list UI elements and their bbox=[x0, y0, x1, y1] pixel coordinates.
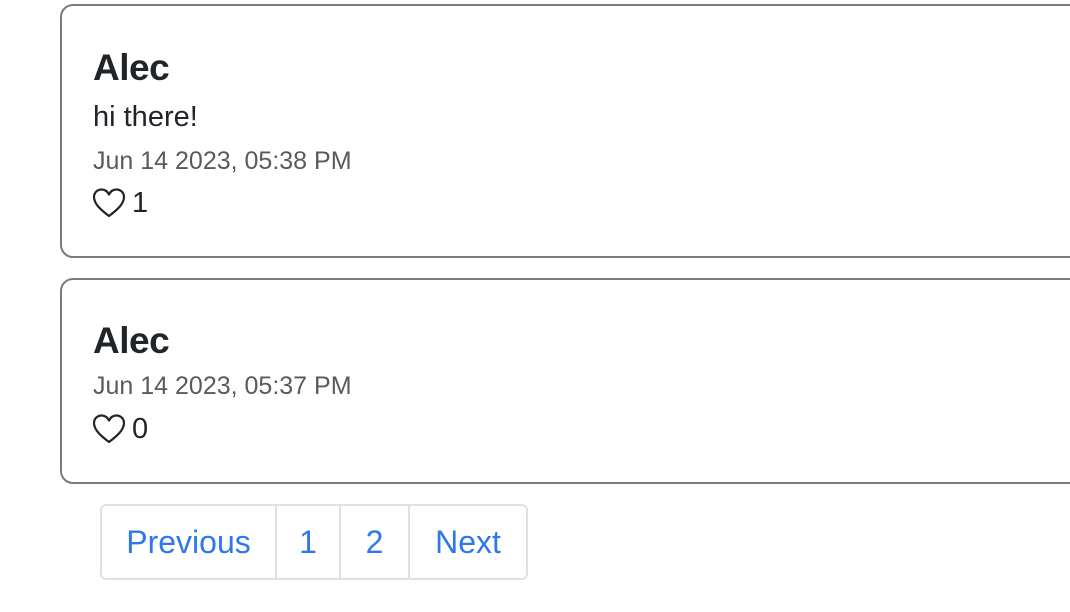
post-timestamp: Jun 14 2023, 05:38 PM bbox=[93, 147, 352, 175]
post-card: Alec hi there! Jun 14 2023, 05:38 PM 1 bbox=[60, 4, 1070, 258]
pagination-page-2[interactable]: 2 bbox=[341, 506, 410, 578]
pagination-page-1[interactable]: 1 bbox=[277, 506, 341, 578]
pagination-previous-button[interactable]: Previous bbox=[102, 506, 277, 578]
heart-outline-icon[interactable] bbox=[92, 413, 126, 445]
pagination-next-button[interactable]: Next bbox=[410, 506, 526, 578]
like-button[interactable]: 0 bbox=[92, 412, 148, 446]
pagination: Previous 1 2 Next bbox=[100, 504, 528, 580]
post-card: Alec Jun 14 2023, 05:37 PM 0 bbox=[60, 278, 1070, 484]
like-count: 1 bbox=[132, 186, 149, 219]
heart-outline-icon[interactable] bbox=[92, 187, 126, 219]
like-button[interactable]: 1 bbox=[92, 186, 148, 220]
post-timestamp: Jun 14 2023, 05:37 PM bbox=[93, 372, 352, 400]
post-author: Alec bbox=[93, 47, 170, 88]
post-content: hi there! bbox=[93, 101, 198, 133]
post-author: Alec bbox=[93, 320, 170, 361]
like-count: 0 bbox=[132, 412, 149, 445]
